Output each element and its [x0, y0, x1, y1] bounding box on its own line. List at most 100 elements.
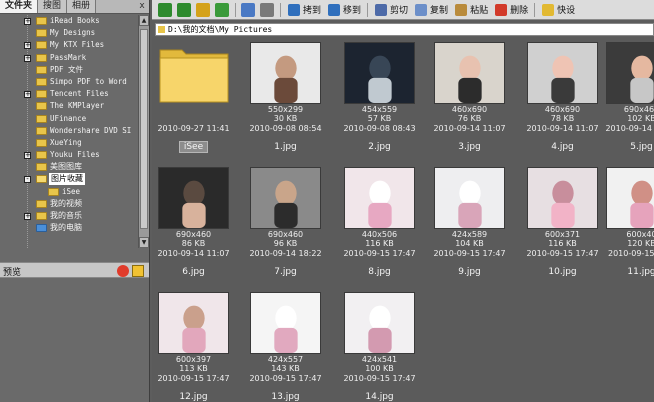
image-thumbnail[interactable]: 690x460 86 KB 2010-09-14 11:07 6.jpg [152, 162, 235, 284]
chart-icon[interactable] [132, 265, 144, 277]
folder-tree-item[interactable]: + Youku Files [0, 149, 149, 161]
layout-icon[interactable] [260, 2, 274, 17]
folder-tree-label: 我的音乐 [50, 211, 82, 220]
image-thumbnail[interactable]: 454x559 57 KB 2010-09-08 08:43 2.jpg [338, 37, 421, 159]
back-icon[interactable] [158, 2, 172, 17]
image-thumbnail[interactable]: 460x690 76 KB 2010-09-14 11:07 3.jpg [428, 37, 511, 159]
folder-icon [36, 126, 47, 135]
folder-tree: + iRead Books My Designs + My KTX Files + Pass… [0, 15, 149, 248]
folder-tree-item[interactable]: + 我的音乐 [0, 210, 149, 222]
thumbnail-date: 2010-09-15 17:47 [343, 373, 416, 383]
folder-icon [36, 77, 47, 86]
tab-album[interactable]: 相册 [67, 0, 97, 13]
thumbnail-info: 600x40120 KB2010-09-15 17:4 [600, 230, 654, 258]
copy-to-button[interactable]: 拷到 [288, 3, 321, 16]
copy-icon [415, 3, 428, 16]
thumbnail-name-text: 4.jpg [551, 142, 574, 152]
qq-icon[interactable] [117, 265, 129, 277]
expand-icon[interactable]: + [24, 42, 31, 50]
folder-tree-label: iSee [62, 186, 81, 196]
image-thumbnail[interactable]: 690x460102 KB2010-09-14 11:07 5.jpg [600, 37, 654, 159]
image-thumbnail[interactable]: 550x299 30 KB 2010-09-08 08:54 1.jpg [244, 37, 327, 159]
folder-thumbnail[interactable]: 2010-09-27 11:41 iSee [152, 37, 235, 159]
folder-tree-item[interactable]: XueYing [0, 137, 149, 149]
image-thumbnail[interactable]: 600x371 116 KB 2010-09-15 17:47 10.jpg [521, 162, 604, 284]
thumbnail-date: 2010-09-14 11:07 [157, 248, 230, 258]
image-thumbnail[interactable]: 424x541 100 KB 2010-09-15 17:47 14.jpg [338, 287, 421, 402]
thumbnail-date: 2010-09-15 17:47 [433, 248, 506, 258]
thumbnail-dims [152, 105, 235, 114]
thumbnail-dims: 460x690 [451, 105, 488, 114]
folder-tree-item[interactable]: PDF 文件 [0, 64, 149, 76]
copy-button[interactable]: 复制 [415, 3, 448, 16]
expand-icon[interactable]: + [24, 152, 31, 160]
scroll-up-icon[interactable]: ▲ [139, 15, 149, 26]
folder-tree-label: PDF 文件 [50, 64, 84, 74]
folder-tree-item[interactable]: - 图片收藏 [0, 173, 149, 186]
scissors-icon [375, 3, 388, 16]
thumbnail-date: 2010-09-14 11:07 [433, 123, 506, 133]
scroll-thumb[interactable] [140, 29, 148, 229]
folder-tree-item[interactable]: UFinance [0, 113, 149, 125]
scroll-down-icon[interactable]: ▼ [139, 237, 149, 248]
folder-tree-item[interactable]: + My KTX Files [0, 39, 149, 51]
folder-tree-item[interactable]: 美图图库 [0, 161, 149, 173]
folder-tree-item[interactable]: Simpo PDF to Word [0, 76, 149, 88]
thumbnail-dims: 550x299 [267, 105, 304, 114]
thumbnail-name-text: 9.jpg [458, 267, 481, 277]
folder-tree-label: 我的视频 [50, 198, 82, 208]
thumbnail-date: 2010-09-14 11:07 [526, 123, 599, 133]
up-icon[interactable] [196, 2, 210, 17]
settings-icon [542, 3, 555, 16]
preview-area [0, 279, 149, 402]
cut-label: 剪切 [390, 6, 409, 16]
thumbnail-size: 96 KB [273, 239, 298, 249]
image-thumbnail[interactable]: 424x557 143 KB 2010-09-15 17:47 13.jpg [244, 287, 327, 402]
close-icon[interactable]: x [135, 0, 149, 13]
quick-settings-button[interactable]: 快设 [542, 3, 575, 16]
expand-icon[interactable]: + [24, 18, 31, 25]
folder-tree-label: iRead Books [50, 16, 100, 25]
forward-icon[interactable] [177, 2, 191, 17]
folder-tree-item[interactable]: + Tencent Files [0, 88, 149, 100]
image-thumbnail[interactable]: 600x40120 KB2010-09-15 17:4 11.jpg [600, 162, 654, 284]
folder-icon [36, 41, 47, 50]
folder-tree-item[interactable]: 我的电脑 [0, 222, 149, 234]
address-bar[interactable]: D:\我的文档\My Pictures [155, 23, 654, 36]
tab-search[interactable]: 搜图 [38, 0, 68, 13]
cut-button[interactable]: 剪切 [375, 3, 408, 16]
image-thumbnail[interactable]: 424x589 104 KB 2010-09-15 17:47 9.jpg [428, 162, 511, 284]
folder-tree-item[interactable]: + PassMark [0, 52, 149, 64]
folder-tree-item[interactable]: My Designs [0, 27, 149, 39]
image-thumbnail[interactable]: 600x397 113 KB 2010-09-15 17:47 12.jpg [152, 287, 235, 402]
view-mode-icon[interactable] [241, 2, 255, 17]
thumbnail-info: 424x589 104 KB 2010-09-15 17:47 [428, 230, 511, 258]
collapse-icon[interactable]: - [24, 176, 31, 184]
thumbnail-dims: 600x371 [544, 230, 581, 239]
refresh-icon[interactable] [215, 2, 229, 17]
folder-tree-item[interactable]: + iRead Books [0, 15, 149, 27]
copy-to-icon [288, 3, 300, 16]
image-thumbnail[interactable]: 690x460 96 KB 2010-09-14 18:22 7.jpg [244, 162, 327, 284]
tab-folders[interactable]: 文件夹 [0, 0, 39, 13]
image-thumbnail[interactable]: 460x690 78 KB 2010-09-14 11:07 4.jpg [521, 37, 604, 159]
paste-button[interactable]: 粘贴 [455, 3, 488, 16]
expand-icon[interactable]: + [24, 213, 31, 220]
delete-button[interactable]: 删除 [495, 3, 528, 16]
folder-tree-item[interactable]: 我的视频 [0, 198, 149, 210]
folder-icon [36, 29, 47, 38]
folder-tree-item[interactable]: The KMPlayer [0, 100, 149, 112]
tree-scrollbar[interactable]: ▲ ▼ [138, 15, 149, 248]
thumbnail-name-text: 8.jpg [368, 267, 391, 277]
folder-icon [36, 102, 47, 111]
preview-label: 预览 [3, 268, 22, 278]
paste-label: 粘贴 [470, 6, 489, 16]
paste-icon [455, 3, 468, 16]
folder-tree-item[interactable]: iSee [0, 186, 149, 198]
expand-icon[interactable]: + [24, 91, 31, 99]
folder-tree-item[interactable]: Wondershare DVD SI [0, 125, 149, 137]
image-thumbnail[interactable]: 440x506 116 KB 2010-09-15 17:47 8.jpg [338, 162, 421, 284]
move-to-button[interactable]: 移到 [328, 3, 361, 16]
thumbnail-date: 2010-09-15 17:47 [249, 373, 322, 383]
expand-icon[interactable]: + [24, 54, 31, 62]
